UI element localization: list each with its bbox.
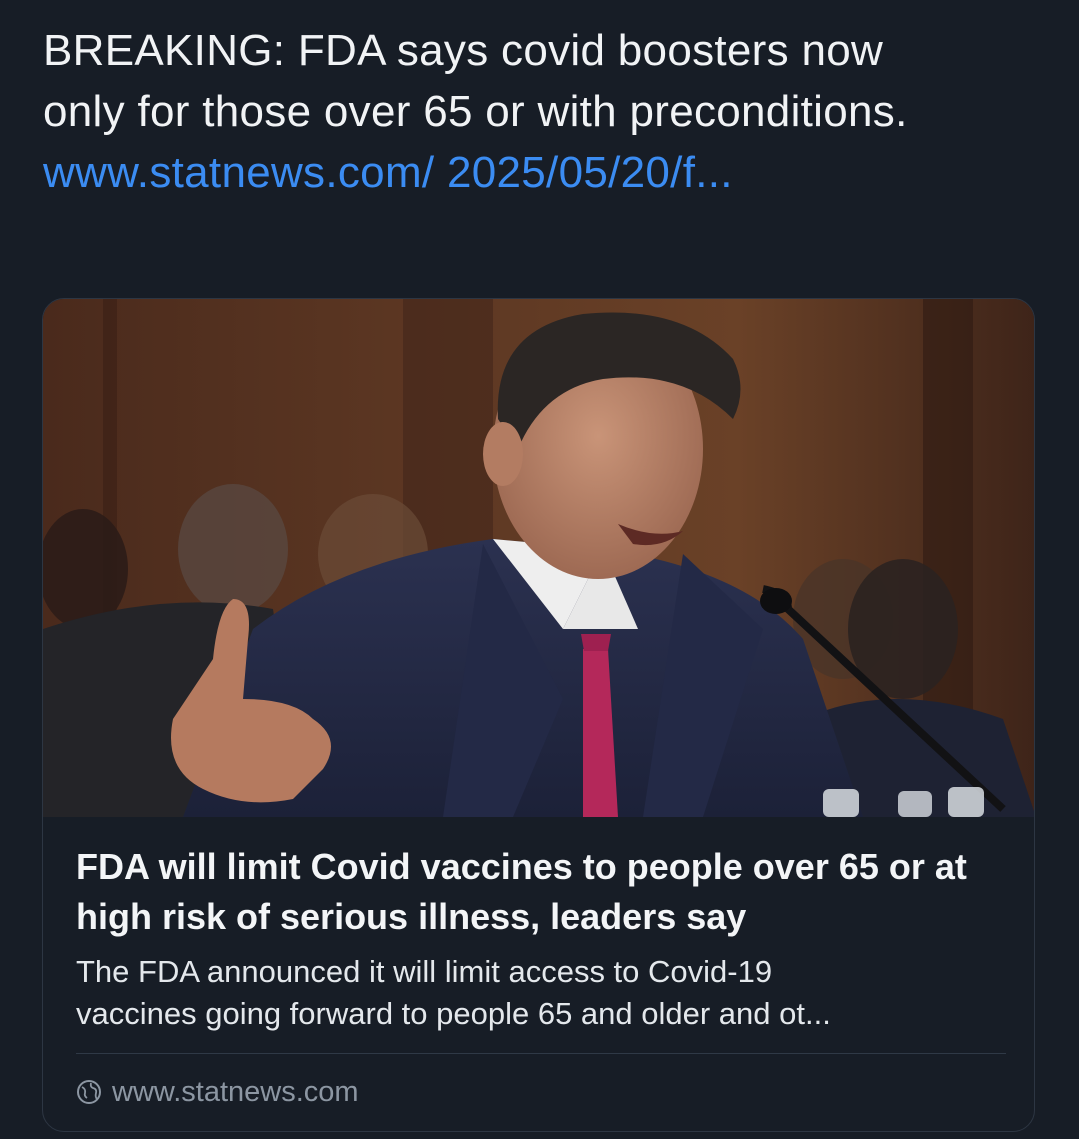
post-text: BREAKING: FDA says covid boosters now on…	[43, 20, 943, 203]
card-description-line-2: vaccines going forward to people 65 and …	[76, 996, 831, 1031]
card-thumbnail[interactable]	[43, 299, 1034, 817]
card-description-line-1: The FDA announced it will limit access t…	[76, 954, 773, 989]
post-link[interactable]: www.statnews.com/ 2025/05/20/f...	[43, 148, 733, 197]
card-domain-text: www.statnews.com	[112, 1075, 359, 1108]
globe-icon	[77, 1080, 101, 1104]
card-divider	[76, 1053, 1006, 1054]
card-description: The FDA announced it will limit access t…	[76, 951, 1011, 1035]
post-body: BREAKING: FDA says covid boosters now on…	[43, 26, 908, 136]
card-domain[interactable]: www.statnews.com	[76, 1072, 359, 1112]
link-preview-card[interactable]: FDA will limit Covid vaccines to people …	[42, 298, 1035, 1132]
card-title[interactable]: FDA will limit Covid vaccines to people …	[76, 842, 1006, 942]
hearing-photo	[43, 299, 1034, 817]
